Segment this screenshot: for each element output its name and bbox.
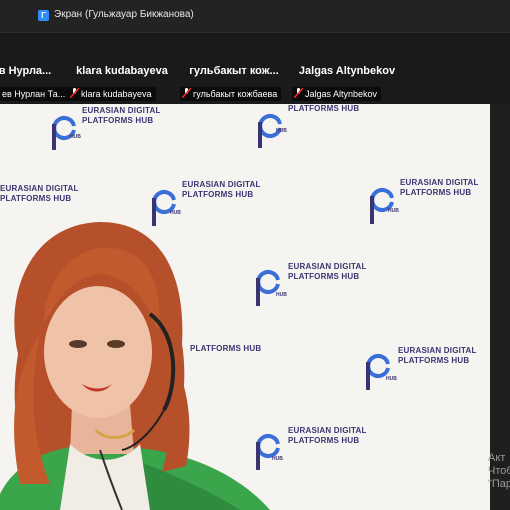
backdrop-logo: EURASIAN DIGITAL PLATFORMS HUB HUB xyxy=(368,174,478,231)
participant-tile[interactable]: klara kudabayeva klara kudabayeva xyxy=(68,33,176,103)
participant-tile[interactable]: в Нурла... ев Нурлан Та... xyxy=(0,33,70,103)
participant-tile[interactable]: гульбакыт кож... гульбакыт кожбаева xyxy=(180,33,288,103)
shared-video-area[interactable]: EURASIAN DIGITAL PLATFORMS HUB HUB PLATFO… xyxy=(0,104,490,510)
hub-logo-icon xyxy=(370,176,394,224)
hub-logo-icon xyxy=(366,342,390,390)
screen-share-icon: Γ xyxy=(38,10,49,21)
logo-hub: HUB xyxy=(388,208,399,214)
participant-label-text: гульбакыт кожбаева xyxy=(193,89,278,99)
mic-muted-icon xyxy=(182,88,191,98)
logo-hub: HUB xyxy=(276,128,287,134)
mic-muted-icon xyxy=(70,88,79,98)
logo-text: EURASIAN DIGITAL PLATFORMS HUB xyxy=(0,184,79,203)
logo-hub: HUB xyxy=(386,376,397,382)
participant-label-text: Jalgas Altynbekov xyxy=(305,89,378,99)
participant-label-text: klara kudabayeva xyxy=(81,89,152,99)
participant-label: klara kudabayeva xyxy=(68,87,156,101)
backdrop-logo: EURASIAN DIGITAL PLATFORMS HUB HUB xyxy=(364,340,476,397)
activation-watermark: Акт Чтоб "Пар xyxy=(488,452,510,490)
hub-logo-icon xyxy=(52,106,76,150)
logo-text: EURASIAN DIGITAL PLATFORMS HUB xyxy=(82,106,161,125)
logo-text: EURASIAN DIGITAL PLATFORMS HUB xyxy=(398,346,477,365)
participant-tile[interactable]: Jalgas Altynbekov Jalgas Altynbekov xyxy=(292,33,402,103)
participant-gallery: в Нурла... ев Нурлан Та... klara kudabay… xyxy=(0,33,510,103)
participant-label-text: ев Нурлан Та... xyxy=(2,89,66,99)
participant-name: гульбакыт кож... xyxy=(189,65,279,77)
window-title-bar: Γ Экран (Гульжауар Бикжанова) xyxy=(0,0,510,33)
participant-label: ев Нурлан Та... xyxy=(0,87,70,101)
backdrop-logo: EURASIAN DIGITAL PLATFORMS HUB HUB xyxy=(52,104,160,157)
logo-hub: HUB xyxy=(70,134,81,140)
participant-name: Jalgas Altynbekov xyxy=(298,65,396,77)
participant-name: klara kudabayeva xyxy=(76,65,168,77)
participant-label: Jalgas Altynbekov xyxy=(292,87,382,101)
right-side-panel xyxy=(490,104,510,510)
participant-label: гульбакыт кожбаева xyxy=(180,87,282,101)
screen-share-title: Экран (Гульжауар Бикжанова) xyxy=(54,9,194,20)
presenter-video xyxy=(0,222,270,510)
logo-text: PLATFORMS HUB xyxy=(288,104,360,113)
logo-text: EURASIAN DIGITAL PLATFORMS HUB xyxy=(400,178,479,197)
participant-name: в Нурла... xyxy=(0,65,52,77)
mic-muted-icon xyxy=(294,88,303,98)
backdrop-logo: PLATFORMS HUB HUB xyxy=(258,104,359,157)
logo-text: EURASIAN DIGITAL PLATFORMS HUB xyxy=(182,180,261,199)
